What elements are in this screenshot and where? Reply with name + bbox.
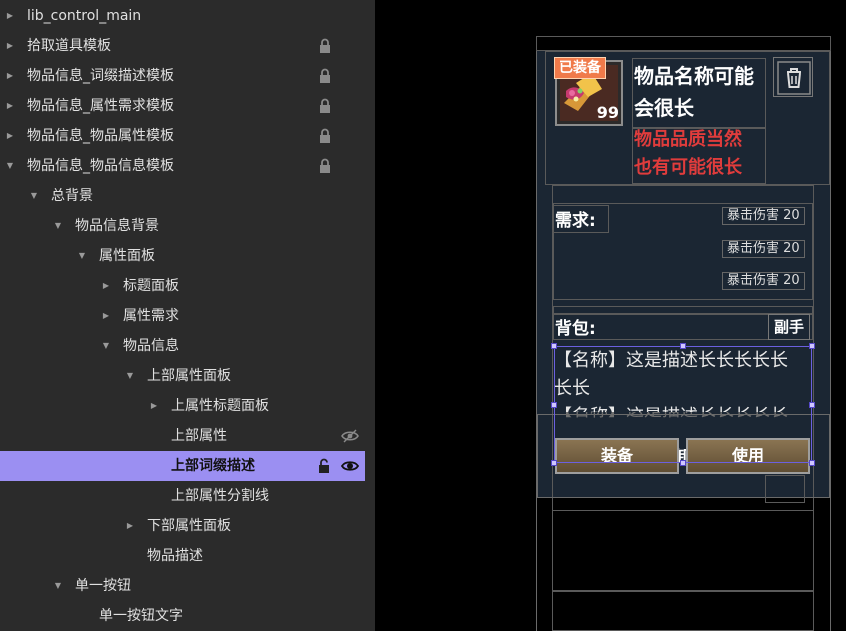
tree-item[interactable]: ▼ 单一按钮 (0, 571, 365, 601)
tree-item[interactable]: ▶ 标题面板 (0, 271, 365, 301)
tree-item-label: 物品信息背景 (75, 218, 159, 234)
frame-top-strip (536, 36, 831, 51)
tree-item-label: 物品信息_物品属性模板 (27, 128, 174, 144)
selection-handle[interactable] (680, 460, 686, 466)
tree-item-label: 属性需求 (123, 308, 179, 324)
bag-slot-label: 副手 (768, 314, 810, 340)
tree-item[interactable]: ▶ 拾取道具模板 (0, 31, 365, 61)
requirement-tag: 暴击伤害 20 (722, 272, 805, 290)
selection-handle[interactable] (551, 343, 557, 349)
divider-line (553, 306, 813, 314)
tree-item[interactable]: ▼ 物品信息 (0, 331, 365, 361)
expand-arrow-icon[interactable]: ▶ (124, 511, 136, 541)
tree-item-label: 上部词缀描述 (171, 458, 255, 474)
expand-arrow-icon[interactable]: ▶ (4, 61, 16, 91)
expand-arrow-icon[interactable]: ▶ (4, 121, 16, 151)
scene-viewport[interactable]: 99 已装备 物品名称可能会很长 物品品质当然 也有可能很长 需求: 暴击伤害 … (375, 0, 846, 631)
expand-arrow-icon[interactable]: ▶ (4, 1, 16, 31)
requirement-label: 需求: (555, 211, 596, 231)
tree-item-label: 标题面板 (123, 278, 179, 294)
tree-item[interactable]: ▼ 上部属性面板 (0, 361, 365, 391)
tree-item-label: 总背景 (51, 188, 93, 204)
tree-item-label: 物品描述 (147, 548, 203, 564)
tree-item[interactable]: 上部词缀描述 (0, 451, 365, 481)
tree-item[interactable]: ▶ 物品信息_物品属性模板 (0, 121, 365, 151)
selection-handle[interactable] (809, 460, 815, 466)
selection-rect (554, 346, 812, 463)
expand-arrow-icon[interactable]: ▶ (100, 271, 112, 301)
tree-item[interactable]: ▶ 物品信息_属性需求模板 (0, 91, 365, 121)
selection-handle[interactable] (551, 460, 557, 466)
tree-item[interactable]: ▶ 物品信息_词缀描述模板 (0, 61, 365, 91)
tree-item-label: 单一按钮 (75, 578, 131, 594)
lock-icon[interactable] (315, 91, 335, 121)
tree-item[interactable]: ▶ 上属性标题面板 (0, 391, 365, 421)
expand-arrow-icon[interactable]: ▶ (4, 91, 16, 121)
tree-item[interactable]: ▶ 属性需求 (0, 301, 365, 331)
expand-arrow-icon[interactable]: ▶ (4, 31, 16, 61)
tree-item[interactable]: ▼ 总背景 (0, 181, 365, 211)
lower-slot-box (765, 475, 805, 503)
lock-icon[interactable] (315, 121, 335, 151)
unlock-icon[interactable] (314, 451, 334, 481)
lock-icon[interactable] (315, 151, 335, 181)
selection-handle[interactable] (809, 343, 815, 349)
tree-item[interactable]: ▶ 下部属性面板 (0, 511, 365, 541)
eye-hidden-icon[interactable] (340, 421, 360, 451)
tree-item-label: 物品信息_物品信息模板 (27, 158, 174, 174)
item-name: 物品名称可能会很长 (634, 64, 754, 120)
tree-item[interactable]: ▼ 属性面板 (0, 241, 365, 271)
tree-item[interactable]: ▼ 物品信息背景 (0, 211, 365, 241)
collapse-arrow-icon[interactable]: ▼ (52, 211, 64, 241)
expand-arrow-icon[interactable]: ▶ (100, 301, 112, 331)
tree-item[interactable]: 单一按钮文字 (0, 601, 365, 631)
tree-item[interactable]: ▼ 物品信息_物品信息模板 (0, 151, 365, 181)
tree-item-label: 属性面板 (99, 248, 155, 264)
delete-button[interactable] (773, 57, 813, 97)
tree-item-label: 物品信息 (123, 338, 179, 354)
collapse-arrow-icon[interactable]: ▼ (28, 181, 40, 211)
hierarchy-panel: ▶ lib_control_main ▶ 拾取道具模板 ▶ 物品信息_词缀描述模板 ▶ 物品信… (0, 0, 375, 631)
quality-line-2: 也有可能很长 (634, 157, 742, 178)
tree-item-label: 物品信息_属性需求模板 (27, 98, 174, 114)
collapse-arrow-icon[interactable]: ▼ (124, 361, 136, 391)
eye-icon[interactable] (340, 451, 360, 481)
selection-handle[interactable] (680, 343, 686, 349)
tree-item-label: 上部属性面板 (147, 368, 231, 384)
selection-handle[interactable] (809, 402, 815, 408)
tree-item[interactable]: 物品描述 (0, 541, 365, 571)
tree-item[interactable]: ▶ lib_control_main (0, 1, 365, 31)
tree-item-label: 上部属性 (171, 428, 227, 444)
lock-icon[interactable] (315, 61, 335, 91)
requirement-tag: 暴击伤害 20 (722, 207, 805, 225)
tree-item-label: lib_control_main (27, 8, 142, 24)
selection-handle[interactable] (551, 402, 557, 408)
lower-frame (552, 510, 814, 631)
lower-divider (552, 590, 814, 592)
collapse-arrow-icon[interactable]: ▼ (76, 241, 88, 271)
collapse-arrow-icon[interactable]: ▼ (4, 151, 16, 181)
tree-item-label: 上属性标题面板 (171, 398, 269, 414)
equipped-badge: 已装备 (554, 57, 606, 79)
tree-item-label: 拾取道具模板 (27, 38, 111, 54)
lock-icon[interactable] (315, 31, 335, 61)
collapse-arrow-icon[interactable]: ▼ (100, 331, 112, 361)
stack-count: 99 (596, 103, 619, 122)
trash-icon (777, 61, 811, 95)
bag-label: 背包: (555, 319, 596, 339)
quality-line-1: 物品品质当然 (634, 129, 742, 150)
tree-item-label: 下部属性面板 (147, 518, 231, 534)
collapse-arrow-icon[interactable]: ▼ (52, 571, 64, 601)
tree-item-label: 物品信息_词缀描述模板 (27, 68, 174, 84)
expand-arrow-icon[interactable]: ▶ (148, 391, 160, 421)
tree-item-label: 上部属性分割线 (171, 488, 269, 504)
requirement-tag: 暴击伤害 20 (722, 240, 805, 258)
tree-item[interactable]: 上部属性 (0, 421, 365, 451)
tree-item-label: 单一按钮文字 (99, 608, 183, 624)
tree-item[interactable]: 上部属性分割线 (0, 481, 365, 511)
